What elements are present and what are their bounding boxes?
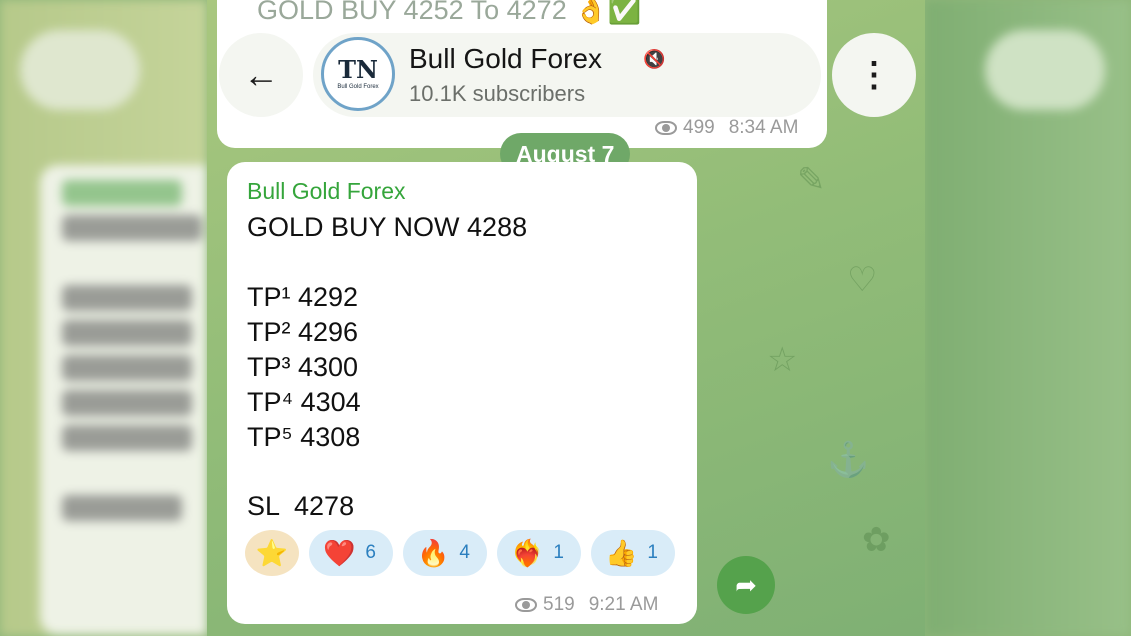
previous-message-time: 8:34 AM — [728, 117, 799, 138]
channel-avatar[interactable]: TN Bull Gold Forex — [321, 37, 395, 111]
blurred-line — [62, 355, 192, 381]
avatar-logo: TN — [338, 55, 378, 84]
doodle-icon: ✎ — [797, 161, 826, 199]
reaction-count: 4 — [459, 542, 470, 563]
back-arrow-icon: ← — [243, 54, 279, 95]
forward-arrow-icon: ➦ — [735, 569, 757, 600]
blurred-button — [985, 30, 1105, 110]
message-line: TP⁴ 4304 — [247, 387, 361, 417]
previous-message-views: 499 — [683, 117, 715, 138]
views-icon — [515, 598, 537, 612]
reaction-fire[interactable]: 🔥 4 — [403, 530, 487, 576]
blurred-line — [62, 425, 192, 451]
message-line: TP³ 4300 — [247, 352, 359, 382]
reaction-count: 1 — [647, 542, 658, 563]
fire-icon: 🔥 — [417, 538, 450, 568]
reaction-count: 1 — [553, 542, 564, 563]
blurred-line — [62, 285, 192, 311]
previous-message-meta: 499 8:34 AM — [655, 117, 798, 139]
more-options-button[interactable]: ⋮ — [832, 33, 916, 117]
reaction-heart[interactable]: ❤️ 6 — [309, 530, 393, 576]
blurred-button — [20, 30, 140, 110]
blurred-left-panel — [0, 0, 207, 636]
doodle-icon: ⚓ — [827, 441, 870, 479]
subscriber-count: 10.1K subscribers — [409, 81, 586, 106]
reaction-heart-on-fire[interactable]: ❤️‍🔥 1 — [497, 530, 581, 576]
star-icon: ⭐ — [255, 538, 289, 568]
reaction-thumbs-up[interactable]: 👍 1 — [591, 530, 675, 576]
channel-header[interactable]: TN Bull Gold Forex Bull Gold Forex 🔇 10.… — [313, 33, 821, 117]
forward-button[interactable]: ➦ — [717, 556, 775, 614]
blurred-line — [62, 495, 182, 521]
message-line: TP⁵ 4308 — [247, 422, 361, 452]
message-line: SL 4278 — [247, 491, 355, 521]
channel-title: Bull Gold Forex — [409, 43, 602, 74]
doodle-icon: ♡ — [847, 261, 878, 299]
blurred-line — [62, 320, 192, 346]
avatar-caption: Bull Gold Forex — [337, 84, 379, 90]
message-line: TP² 4296 — [247, 317, 359, 347]
doodle-icon: ✿ — [862, 521, 891, 559]
chat-view: ✎ ♡ ☆ ⚓ ✿ GOLD BUY 4252 To 4272 👌✅ 499 8… — [207, 0, 925, 636]
reaction-star[interactable]: ⭐ — [245, 530, 299, 576]
heart-icon: ❤️ — [323, 538, 356, 568]
message-sender: Bull Gold Forex — [247, 178, 406, 204]
previous-message-text: GOLD BUY 4252 To 4272 👌✅ — [257, 0, 642, 25]
heart-on-fire-icon: ❤️‍🔥 — [511, 538, 544, 568]
kebab-menu-icon: ⋮ — [857, 56, 891, 94]
mute-icon: 🔇 — [643, 49, 666, 69]
reaction-count: 6 — [365, 542, 376, 563]
message-line: GOLD BUY NOW 4288 — [247, 212, 528, 242]
blurred-line — [62, 215, 202, 241]
doodle-icon: ☆ — [767, 341, 798, 379]
message-meta: 519 9:21 AM — [515, 594, 658, 616]
back-button[interactable]: ← — [219, 33, 303, 117]
blurred-right-panel — [925, 0, 1131, 636]
message-views: 519 — [543, 594, 575, 615]
message-bubble[interactable]: Bull Gold Forex GOLD BUY NOW 4288 TP¹ 42… — [227, 162, 697, 624]
reactions-bar: ⭐ ❤️ 6 🔥 4 ❤️‍🔥 1 👍 1 — [245, 530, 675, 576]
blurred-line — [62, 180, 182, 206]
views-icon — [655, 121, 677, 135]
message-time: 9:21 AM — [588, 594, 659, 615]
message-line: TP¹ 4292 — [247, 282, 359, 312]
thumbs-up-icon: 👍 — [605, 538, 638, 568]
blurred-line — [62, 390, 192, 416]
